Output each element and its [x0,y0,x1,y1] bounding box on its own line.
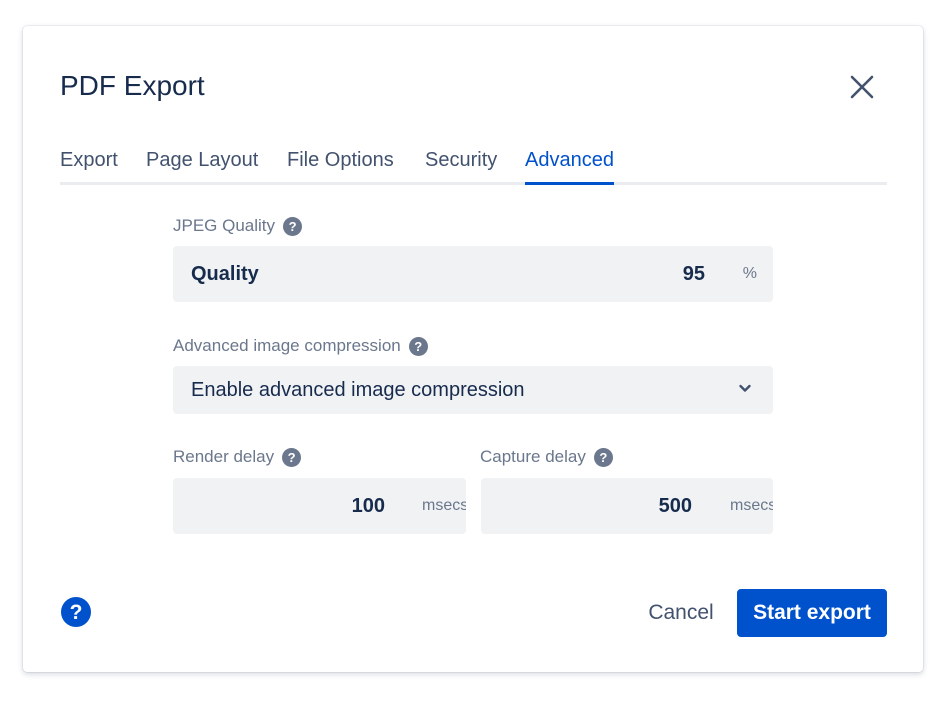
pdf-export-dialog: PDF Export Export Page Layout File Optio… [23,26,923,672]
compression-select[interactable]: Enable advanced image compression [173,366,773,414]
close-icon[interactable] [846,71,878,103]
start-export-button[interactable]: Start export [737,589,887,637]
help-circle-icon[interactable]: ? [60,596,92,628]
question-circle-icon[interactable]: ? [282,447,302,467]
compression-label-row: Advanced image compression ? [173,336,428,356]
tab-bar: Export Page Layout File Options Security… [60,144,887,185]
tab-page-layout[interactable]: Page Layout [146,144,258,182]
compression-selected: Enable advanced image compression [191,379,525,401]
tab-export[interactable]: Export [60,144,118,182]
tab-file-options[interactable]: File Options [287,144,394,182]
quality-unit: % [742,265,757,282]
quality-field-label: Quality [191,263,259,285]
cancel-button[interactable]: Cancel [635,590,727,636]
render-delay-label: Render delay [173,447,275,466]
render-delay-unit: msecs [422,497,466,514]
capture-delay-unit: msecs [730,497,773,514]
chevron-down-icon [739,384,751,392]
render-delay-label-row: Render delay ? [173,447,302,467]
capture-delay-label: Capture delay [480,447,586,466]
jpeg-quality-label: JPEG Quality [173,216,276,235]
jpeg-quality-field[interactable]: Quality 95 % [173,246,773,302]
dialog-title: PDF Export [60,70,205,101]
render-delay-value[interactable]: 100 [352,495,385,518]
tab-advanced[interactable]: Advanced [525,144,614,185]
tab-security[interactable]: Security [425,144,497,182]
question-circle-icon[interactable]: ? [283,216,303,236]
capture-delay-label-row: Capture delay ? [480,447,613,467]
capture-delay-value[interactable]: 500 [659,495,692,518]
question-circle-icon[interactable]: ? [593,447,613,467]
jpeg-quality-label-row: JPEG Quality ? [173,216,303,236]
question-circle-icon[interactable]: ? [408,336,428,356]
quality-value[interactable]: 95 [683,263,705,286]
svg-text:?: ? [70,601,83,624]
capture-delay-field[interactable]: 500 msecs [481,478,773,534]
render-delay-field[interactable]: 100 msecs [173,478,466,534]
compression-label: Advanced image compression [173,336,401,355]
